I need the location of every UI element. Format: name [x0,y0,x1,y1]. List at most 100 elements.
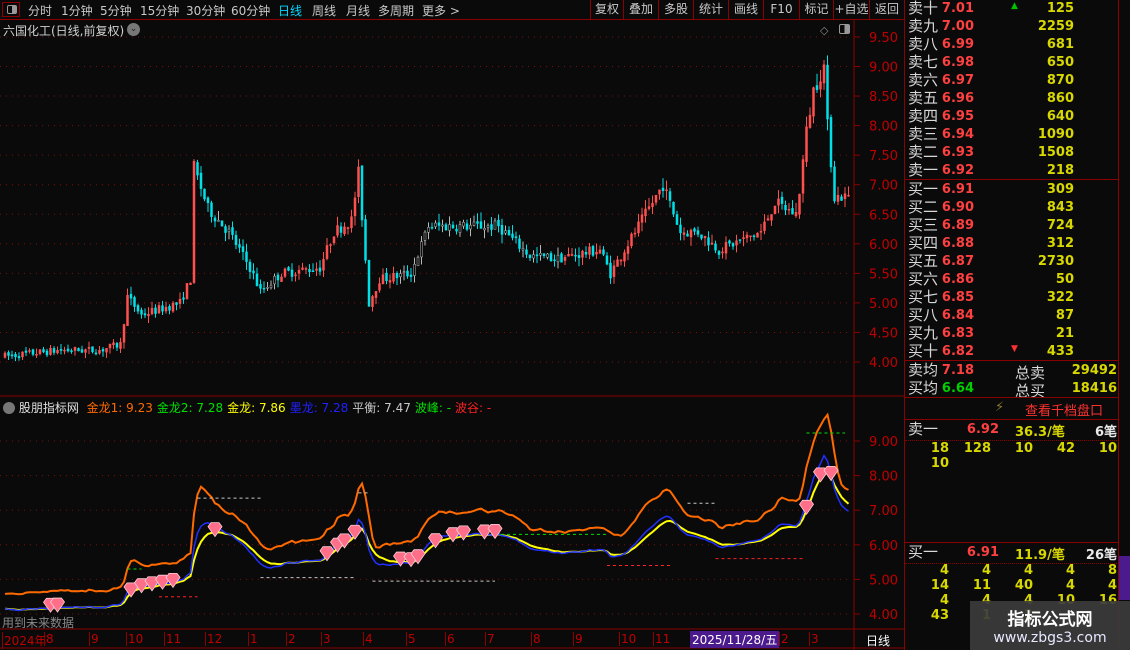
order-book-row-asks[interactable]: 卖九 7.00 2259 [905,18,1119,36]
avg-sell-total: 29492 [1071,363,1117,378]
toolbar-button-1[interactable]: 叠加 [623,0,658,20]
avg-sell-label: 卖均 [908,361,939,379]
toolbar-button-2[interactable]: 多股 [658,0,693,20]
queue-order: 14 [930,578,949,593]
candle-body [248,261,252,272]
bid1-queue-avg: 11.9/笔 [1015,548,1065,563]
candle-body [612,265,616,277]
order-book-row-asks[interactable]: 卖三 6.94 1090 [905,126,1119,144]
candle-body [199,172,203,189]
kline-chart[interactable]: 9.50 9.00 8.50 8.00 7.50 7.00 6.50 6.00 5.50 5.00… [0,20,904,650]
tab-period-10[interactable]: 更多 > [422,2,460,19]
candle-body [731,243,735,247]
ask1-queue-avg: 36.3/笔 [1015,425,1065,440]
order-book-row-asks[interactable]: 卖五 6.96 860 [905,90,1119,108]
bids-volume: 50 [1055,272,1074,287]
toolbar-button-0[interactable]: 复权 [590,0,623,20]
candle-body [840,196,843,201]
order-book-row-bids[interactable]: 买一 6.91 309 [905,181,1119,199]
time-axis-label: 2 [779,632,789,646]
tab-period-9[interactable]: 多周期 [378,2,414,19]
candle-body [283,268,287,277]
indicator-value-5: 波峰: - [414,401,452,415]
time-axis-label: 9 [89,632,99,646]
order-book-row-bids[interactable]: 买四 6.88 312 [905,235,1119,253]
layout-toggle-icon[interactable] [2,2,20,17]
side-scroll-marker[interactable] [1119,556,1130,600]
candle-body [234,234,238,246]
candle-body [108,343,112,349]
indicator-value-1: 金龙2: 7.28 [156,401,224,415]
tab-period-4[interactable]: 30分钟 [186,2,225,19]
order-book-row-asks[interactable]: 卖六 6.97 870 [905,72,1119,90]
candle-body [430,227,434,229]
toolbar-button-7[interactable]: +自选 [833,0,869,20]
candle-body [644,208,647,217]
order-book-row-bids[interactable]: 买八 6.84 87 [905,307,1119,325]
candle-body [668,191,672,201]
order-book-row-bids[interactable]: 买十 6.82 ▼ 433 [905,343,1119,361]
cursor-date-label: 2025/11/28/五 [690,631,780,648]
order-book-row-bids[interactable]: 买三 6.89 724 [905,217,1119,235]
candle-body [451,224,455,229]
candle-body [539,253,542,256]
order-book-row-asks[interactable]: 卖八 6.99 681 [905,36,1119,54]
candle-body [700,234,703,239]
order-book-row-bids[interactable]: 买五 6.87 2730 [905,253,1119,271]
queue-order: 8 [1107,563,1117,578]
asks-level-name: 卖七 [908,53,939,71]
asks-price: 6.95 [941,109,974,124]
candle-body [427,227,430,233]
toolbar-button-5[interactable]: F10 [763,0,799,20]
toolbar-button-6[interactable]: 标记 [799,0,833,20]
order-book-row-bids[interactable]: 买七 6.85 322 [905,289,1119,307]
bids-price: 6.90 [941,200,974,215]
tab-period-1[interactable]: 1分钟 [61,2,93,19]
avg-sell: 卖均 7.18 总卖 29492 [905,361,1119,383]
candle-body [227,228,231,232]
time-axis-label: 11 [653,632,671,646]
tab-period-5[interactable]: 60分钟 [231,2,270,19]
toolbar-button-3[interactable]: 统计 [693,0,728,20]
order-book-row-bids[interactable]: 买二 6.90 843 [905,199,1119,217]
candle-body [10,354,14,357]
tab-period-7[interactable]: 周线 [312,2,336,19]
order-book-row-asks[interactable]: 卖一 6.92 218 [905,162,1119,180]
asks-volume: 681 [1046,37,1074,52]
bids-volume: 87 [1055,308,1074,323]
order-book-row-asks[interactable]: 卖二 6.93 1508 [905,144,1119,162]
order-book-row-asks[interactable]: 卖七 6.98 650 [905,54,1119,72]
candle-body [567,253,570,257]
queue-order: 18 [930,441,949,456]
time-axis-label: 1 [248,632,258,646]
asks-level-name: 卖十 [908,0,939,17]
order-book-row-bids[interactable]: 买六 6.86 50 [905,271,1119,289]
view-depth-link[interactable]: 查看千档盘口 [1025,400,1103,419]
indicator-menu-icon[interactable] [3,402,15,414]
candle-body [707,237,710,246]
price-tick-label: 4.00 [869,356,898,371]
tab-period-8[interactable]: 月线 [346,2,370,19]
ask1-queue-count: 6笔 [1094,425,1117,440]
candle-body [346,227,350,229]
tab-period-6[interactable]: 日线 [278,2,302,19]
candle-body [178,298,182,304]
candle-body [413,263,416,276]
watermark-title: 指标公式网 [1007,610,1093,630]
tab-period-2[interactable]: 5分钟 [100,2,132,19]
candle-body [696,230,700,235]
diamond-signal-icon [50,597,65,613]
candle-body [728,240,731,244]
toolbar-button-8[interactable]: 返回 [869,0,904,20]
candle-body [780,196,784,204]
candle-body [749,235,752,238]
order-book-row-bids[interactable]: 买九 6.83 21 [905,325,1119,343]
toolbar-button-4[interactable]: 画线 [728,0,763,20]
candle-body [276,274,280,281]
indicator-value-0: 金龙1: 9.23 [86,401,153,415]
candle-body [66,348,70,352]
tab-period-3[interactable]: 15分钟 [140,2,179,19]
tab-period-0[interactable]: 分时 [28,2,52,19]
order-book-row-asks[interactable]: 卖四 6.95 640 [905,108,1119,126]
order-book-row-asks[interactable]: 卖十 7.01 ▲ 125 [905,0,1119,18]
